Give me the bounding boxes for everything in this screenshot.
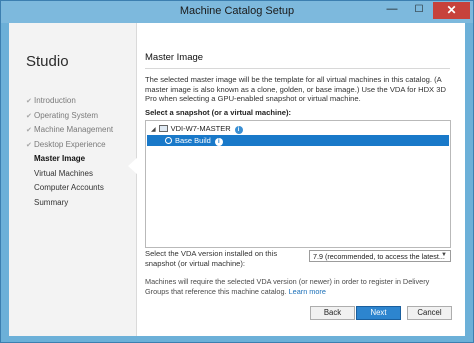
snapshot-name: Base Build <box>175 136 211 145</box>
learn-more-link[interactable]: Learn more <box>289 287 326 296</box>
step-label: Master Image <box>34 154 86 163</box>
check-icon: ✔ <box>26 141 32 149</box>
next-button[interactable]: Next <box>356 306 401 320</box>
step-desktop-experience[interactable]: ✔ Desktop Experience <box>26 140 113 155</box>
snapshot-select-label: Select a snapshot (or a virtual machine)… <box>145 108 292 117</box>
step-virtual-machines: Virtual Machines <box>26 169 113 184</box>
maximize-button[interactable]: ☐ <box>406 2 432 18</box>
step-label: Operating System <box>34 110 99 120</box>
current-step-pointer <box>128 157 138 175</box>
step-machine-management[interactable]: ✔ Machine Management <box>26 125 113 140</box>
wizard-page: Master Image The selected master image w… <box>145 23 457 336</box>
expand-icon[interactable]: ◢ <box>151 127 156 133</box>
snapshot-icon <box>165 137 172 144</box>
virtual-machine-icon <box>158 125 168 132</box>
step-summary: Summary <box>26 198 113 213</box>
wizard-steps: ✔ Introduction ✔ Operating System ✔ Machine… <box>26 96 113 212</box>
vda-note: Machines will require the selected VDA v… <box>145 277 451 296</box>
step-label: Computer Accounts <box>34 183 104 192</box>
vda-version-label: Select the VDA version installed on this… <box>145 249 278 268</box>
wizard-sidebar: Studio ✔ Introduction ✔ Operating System ✔… <box>9 23 138 336</box>
back-button[interactable]: Back <box>310 306 355 320</box>
snapshot-tree[interactable]: ◢ VDI-W7-MASTER i Base Build i <box>145 120 451 248</box>
tree-node-snapshot-selected[interactable]: Base Build i <box>147 135 449 146</box>
tree-node-vm[interactable]: ◢ VDI-W7-MASTER i <box>151 124 243 135</box>
info-icon[interactable]: i <box>234 126 243 134</box>
close-button[interactable]: ✕ <box>433 2 470 19</box>
info-icon[interactable]: i <box>214 138 223 146</box>
vm-name: VDI-W7-MASTER <box>170 124 231 133</box>
step-introduction[interactable]: ✔ Introduction <box>26 96 113 111</box>
step-operating-system[interactable]: ✔ Operating System <box>26 111 113 126</box>
step-label: Machine Management <box>34 125 114 134</box>
vda-version-dropdown[interactable]: 7.9 (recommended, to access the latest..… <box>309 250 451 262</box>
studio-brand: Studio <box>26 53 69 70</box>
vda-note-text: Machines will require the selected VDA v… <box>145 277 430 296</box>
step-label: Introduction <box>34 96 76 105</box>
check-icon: ✔ <box>26 127 32 134</box>
vda-version-value: 7.9 (recommended, to access the latest..… <box>313 252 445 261</box>
check-icon: ✔ <box>26 112 32 120</box>
page-title: Master Image <box>145 52 204 63</box>
check-icon: ✔ <box>26 98 32 105</box>
cancel-button[interactable]: Cancel <box>407 306 452 320</box>
step-computer-accounts: Computer Accounts <box>26 183 113 198</box>
snapshot-node-content: Base Build i <box>165 136 223 146</box>
divider <box>145 68 450 69</box>
step-label: Virtual Machines <box>34 168 93 178</box>
step-label: Summary <box>34 197 69 207</box>
minimize-button[interactable]: — <box>379 2 405 18</box>
page-description: The selected master image will be the te… <box>145 75 446 104</box>
step-master-image[interactable]: Master Image <box>26 154 113 169</box>
title-bar[interactable]: Machine Catalog Setup — ☐ ✕ <box>1 1 473 23</box>
chevron-down-icon: ▼ <box>441 252 447 258</box>
step-label: Desktop Experience <box>34 139 106 149</box>
machine-catalog-setup-window: Machine Catalog Setup — ☐ ✕ Studio ✔ Intr… <box>0 0 474 343</box>
wizard-body: Studio ✔ Introduction ✔ Operating System ✔… <box>9 23 465 336</box>
